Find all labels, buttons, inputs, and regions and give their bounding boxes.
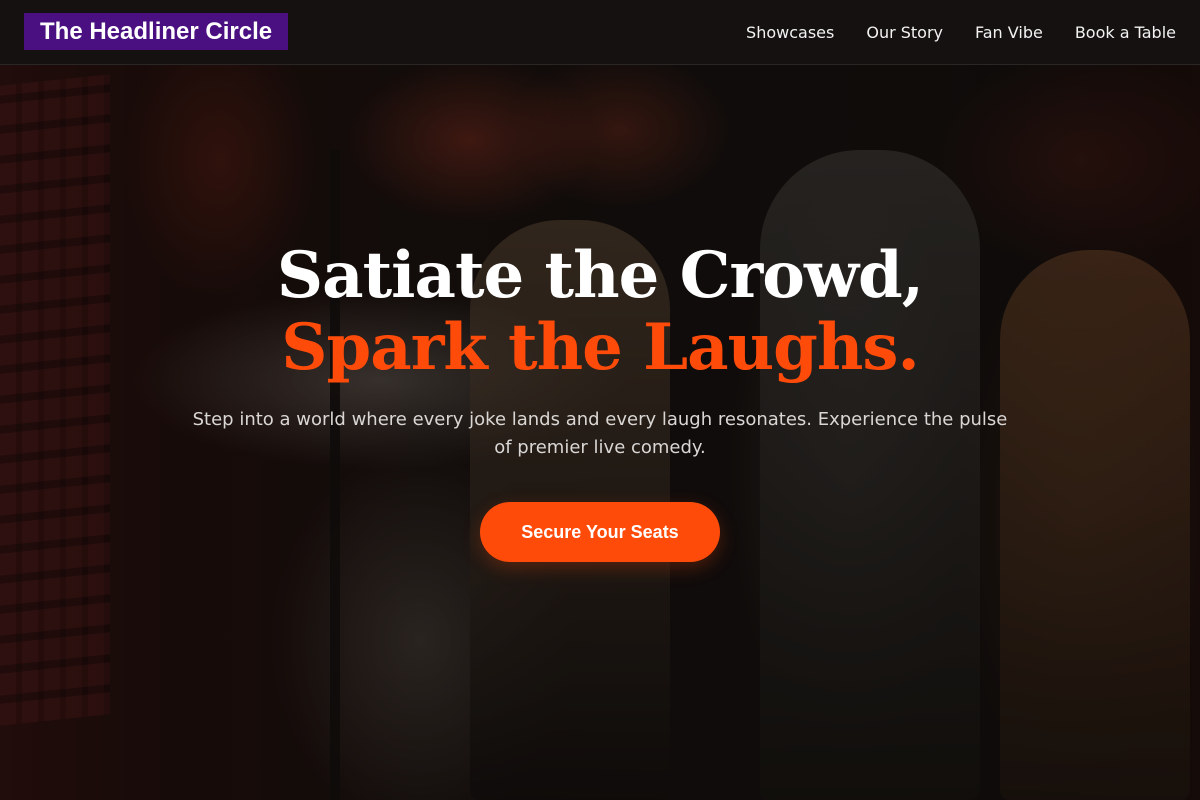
navbar: The Headliner Circle Showcases Our Story… bbox=[0, 0, 1200, 65]
hero-section: Satiate the Crowd, Spark the Laughs. Ste… bbox=[0, 240, 1200, 562]
hero-headline: Satiate the Crowd, Spark the Laughs. bbox=[0, 240, 1200, 384]
headline-line-2: Spark the Laughs. bbox=[281, 310, 919, 385]
landing-page: The Headliner Circle Showcases Our Story… bbox=[0, 0, 1200, 800]
nav-link-showcases[interactable]: Showcases bbox=[746, 23, 834, 42]
secure-seats-button[interactable]: Secure Your Seats bbox=[480, 502, 720, 562]
nav-link-our-story[interactable]: Our Story bbox=[866, 23, 943, 42]
nav-link-fan-vibe[interactable]: Fan Vibe bbox=[975, 23, 1043, 42]
hero-subtext: Step into a world where every joke lands… bbox=[192, 409, 1008, 458]
nav-link-book-a-table[interactable]: Book a Table bbox=[1075, 23, 1176, 42]
brand-logo[interactable]: The Headliner Circle bbox=[24, 13, 289, 50]
headline-line-1: Satiate the Crowd, bbox=[276, 238, 924, 313]
nav-links: Showcases Our Story Fan Vibe Book a Tabl… bbox=[746, 0, 1176, 65]
